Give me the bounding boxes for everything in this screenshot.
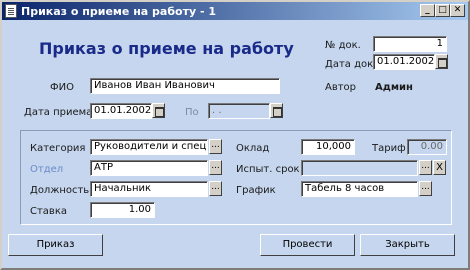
window-title: Приказ о приеме на работу - 1 — [21, 5, 217, 18]
category-lookup-button[interactable]: ... — [209, 139, 222, 154]
author-value: Админ — [375, 82, 413, 93]
department-field[interactable]: АТР — [90, 160, 208, 176]
doc-no-field[interactable]: 1 — [373, 36, 447, 52]
rate-field[interactable]: 1.00 — [90, 202, 155, 218]
fio-label: ФИО — [50, 82, 74, 93]
salary-field[interactable]: 10,000 — [301, 139, 355, 155]
salary-label: Оклад — [236, 143, 270, 154]
doc-date-field[interactable]: 01.01.2002 — [373, 54, 435, 70]
doc-date-label: Дата док. — [325, 59, 377, 70]
hire-date-field[interactable]: 01.01.2002 — [90, 103, 152, 119]
probation-label: Испыт. срок — [236, 164, 300, 175]
probation-field[interactable] — [301, 160, 418, 176]
post-button[interactable]: Провести — [260, 234, 355, 256]
category-field[interactable]: Руководители и специали — [90, 139, 208, 155]
calendar-icon[interactable] — [270, 103, 283, 118]
schedule-field[interactable]: Табель 8 часов — [301, 181, 418, 197]
clear-icon[interactable]: X — [433, 160, 446, 175]
position-label: Должность — [30, 185, 90, 196]
to-date-label: По — [185, 107, 199, 118]
rate-label: Ставка — [30, 206, 67, 217]
order-button[interactable]: Приказ — [8, 234, 103, 256]
calendar-icon[interactable] — [435, 54, 448, 69]
department-label: Отдел — [30, 164, 64, 175]
calendar-icon[interactable] — [152, 103, 165, 118]
position-lookup-button[interactable]: ... — [209, 181, 222, 196]
schedule-lookup-button[interactable]: ... — [419, 181, 432, 196]
maximize-button[interactable]: □ — [435, 4, 450, 17]
close-button[interactable]: Закрыть — [360, 234, 455, 256]
tariff-field: 0.00 — [407, 139, 447, 155]
order-window: Приказ о приеме на работу - 1 _ □ ✕ Прик… — [0, 0, 470, 270]
minimize-button[interactable]: _ — [420, 4, 435, 17]
to-date-field[interactable]: . . — [208, 103, 270, 119]
doc-no-label: № док. — [325, 40, 361, 51]
document-icon — [5, 4, 17, 18]
department-lookup-button[interactable]: ... — [209, 160, 222, 175]
position-field[interactable]: Начальник — [90, 181, 208, 197]
probation-lookup-button[interactable]: ... — [419, 160, 432, 175]
fio-field[interactable]: Иванов Иван Иванович — [90, 78, 280, 94]
category-label: Категория — [30, 143, 86, 154]
schedule-label: График — [236, 185, 276, 196]
hire-date-label: Дата приема — [24, 107, 93, 118]
title-bar: Приказ о приеме на работу - 1 _ □ ✕ — [2, 2, 468, 20]
author-label: Автор — [325, 82, 357, 93]
close-window-button[interactable]: ✕ — [450, 4, 465, 17]
page-title: Приказ о приеме на работу — [39, 39, 294, 58]
tariff-label: Тариф — [372, 143, 406, 154]
